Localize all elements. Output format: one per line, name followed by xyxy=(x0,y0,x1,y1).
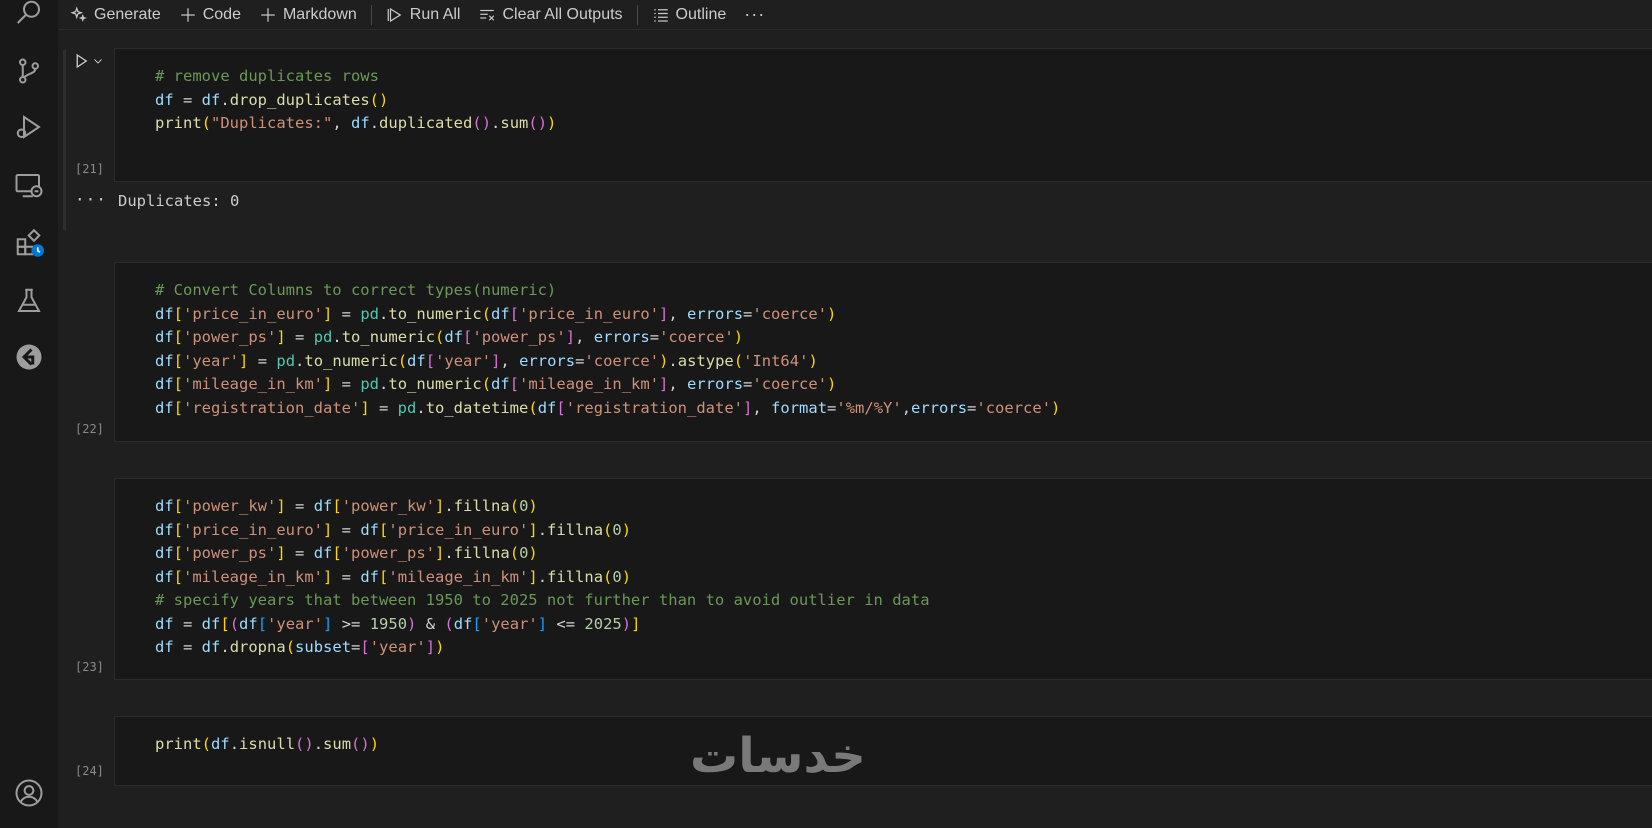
code-line: # specify years that between 1950 to 202… xyxy=(155,591,930,609)
output-more-icon[interactable]: ··· xyxy=(75,190,107,209)
notebook-editor: # remove duplicates rows df = df.drop_du… xyxy=(58,30,1652,828)
code-line: df = df.drop_duplicates() xyxy=(155,90,389,109)
code-line: # remove duplicates rows xyxy=(155,67,379,85)
cell-source[interactable]: print(df.isnull().sum()) xyxy=(155,733,379,757)
code-line: df['price_in_euro'] = pd.to_numeric(df['… xyxy=(155,304,837,323)
more-actions-button[interactable]: ··· xyxy=(744,2,765,28)
activity-bar xyxy=(0,0,58,828)
clear-all-icon xyxy=(480,9,495,21)
outline-button[interactable]: Outline xyxy=(652,2,727,28)
execution-count: [21] xyxy=(75,162,104,176)
add-code-button[interactable]: Code xyxy=(179,2,241,28)
run-all-button[interactable]: Run All xyxy=(386,2,461,28)
run-all-icon xyxy=(387,7,402,22)
more-icon: ··· xyxy=(744,4,766,24)
source-control-icon[interactable] xyxy=(10,52,48,90)
code-line: print(df.isnull().sum()) xyxy=(155,735,380,753)
code-cell[interactable]: # Convert Columns to correct types(numer… xyxy=(114,262,1652,442)
add-markdown-button[interactable]: Markdown xyxy=(259,2,357,28)
code-line: df['power_ps'] = pd.to_numeric(df['power… xyxy=(155,328,744,346)
output-text: Duplicates: 0 xyxy=(118,192,240,210)
code-line: df['power_ps'] = df['power_ps'].fillna(0… xyxy=(155,544,538,562)
plus-icon xyxy=(180,7,195,22)
code-label: Code xyxy=(202,5,241,23)
execution-count: [24] xyxy=(75,764,104,778)
execution-count: [23] xyxy=(75,660,104,674)
search-icon[interactable] xyxy=(10,0,48,32)
code-line: df['mileage_in_km'] = pd.to_numeric(df['… xyxy=(155,375,837,393)
code-line: df = df.dropna(subset=['year']) xyxy=(155,638,445,656)
watermark-logo: خدسات xyxy=(690,728,866,784)
code-line: print("Duplicates:", df.duplicated().sum… xyxy=(155,114,557,132)
extensions-icon[interactable] xyxy=(10,224,48,262)
code-cell[interactable]: df['power_kw'] = df['power_kw'].fillna(0… xyxy=(114,478,1652,680)
cell-source[interactable]: # remove duplicates rows df = df.drop_du… xyxy=(155,65,556,136)
list-icon xyxy=(653,8,668,22)
toolbar-separator xyxy=(636,4,638,25)
code-line: df['year'] = pd.to_numeric(df['year'], e… xyxy=(155,351,818,370)
code-line: df['price_in_euro'] = df['price_in_euro'… xyxy=(155,520,632,539)
run-all-label: Run All xyxy=(409,5,461,23)
remote-explorer-icon[interactable] xyxy=(10,166,48,204)
notebook-toolbar: Generate Code Markdown Run All Clear All… xyxy=(58,0,1652,30)
account-icon[interactable] xyxy=(10,774,48,812)
clear-all-outputs-button[interactable]: Clear All Outputs xyxy=(478,2,623,28)
code-cell[interactable]: # remove duplicates rows df = df.drop_du… xyxy=(114,48,1652,182)
cell-source[interactable]: # Convert Columns to correct types(numer… xyxy=(155,279,1060,420)
code-line: df['mileage_in_km'] = df['mileage_in_km'… xyxy=(155,567,632,586)
clear-all-outputs-label: Clear All Outputs xyxy=(502,5,623,23)
run-debug-icon[interactable] xyxy=(10,108,48,146)
generate-label: Generate xyxy=(94,5,161,23)
code-line: df['registration_date'] = pd.to_datetime… xyxy=(155,398,1061,417)
outline-label: Outline xyxy=(675,5,727,23)
play-icon xyxy=(76,53,88,69)
vscode-window: Generate Code Markdown Run All Clear All… xyxy=(0,0,1652,828)
remote-icon[interactable] xyxy=(10,338,48,376)
markdown-label: Markdown xyxy=(282,5,357,23)
testing-icon[interactable] xyxy=(10,282,48,320)
generate-button[interactable]: Generate xyxy=(70,2,161,28)
run-cell-button[interactable] xyxy=(72,52,104,70)
execution-count: [22] xyxy=(75,422,104,436)
plus-icon xyxy=(261,7,275,22)
code-line: df = df[(df['year'] >= 1950) & (df['year… xyxy=(155,614,641,633)
code-line: # Convert Columns to correct types(numer… xyxy=(155,281,557,299)
toolbar-separator xyxy=(370,4,372,25)
chevron-down-icon xyxy=(94,59,102,64)
cell-focus-indicator xyxy=(63,50,66,230)
sparkle-icon xyxy=(70,5,87,22)
code-line: df['power_kw'] = df['power_kw'].fillna(0… xyxy=(155,497,538,515)
code-cell[interactable]: print(df.isnull().sum()) xyxy=(114,716,1652,786)
cell-source[interactable]: df['power_kw'] = df['power_kw'].fillna(0… xyxy=(155,495,930,660)
